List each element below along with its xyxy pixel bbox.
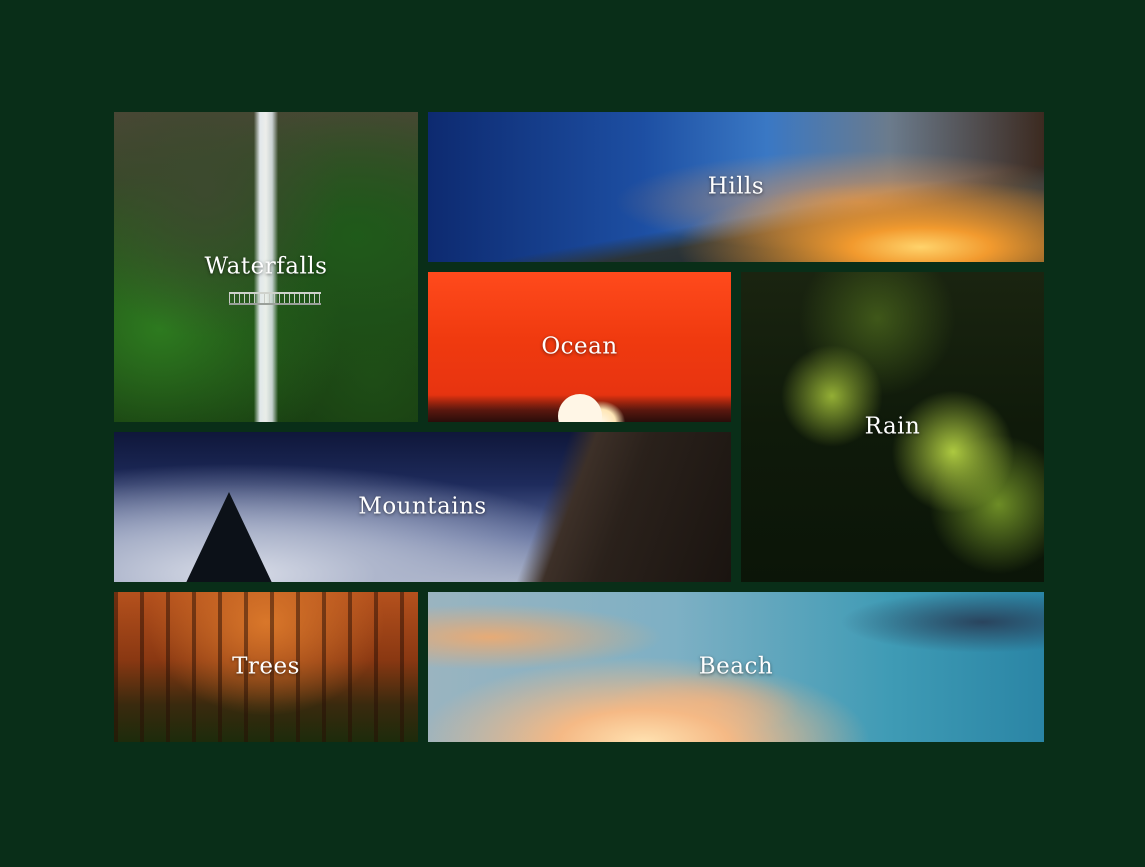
rain-photo (741, 272, 1044, 582)
trees-photo (114, 592, 418, 742)
gallery-tile-mountains[interactable]: Mountains (114, 432, 731, 582)
gallery-tile-waterfalls[interactable]: Waterfalls (114, 112, 418, 422)
gallery-tile-rain[interactable]: Rain (741, 272, 1044, 582)
gallery-tile-ocean[interactable]: Ocean (428, 272, 731, 422)
sun-shape (558, 394, 602, 422)
gallery-tile-beach[interactable]: Beach (428, 592, 1044, 742)
waterfall-photo (114, 112, 418, 422)
gallery-tile-trees[interactable]: Trees (114, 592, 418, 742)
beach-photo (428, 592, 1044, 742)
photo-gallery: Waterfalls Hills Ocean Rain Mountains Tr… (114, 112, 1044, 742)
hills-photo (428, 112, 1044, 262)
gallery-tile-hills[interactable]: Hills (428, 112, 1044, 262)
mountains-photo (114, 432, 731, 582)
bridge-shape (229, 292, 321, 305)
tree-shape (184, 492, 274, 582)
ocean-photo (428, 272, 731, 422)
